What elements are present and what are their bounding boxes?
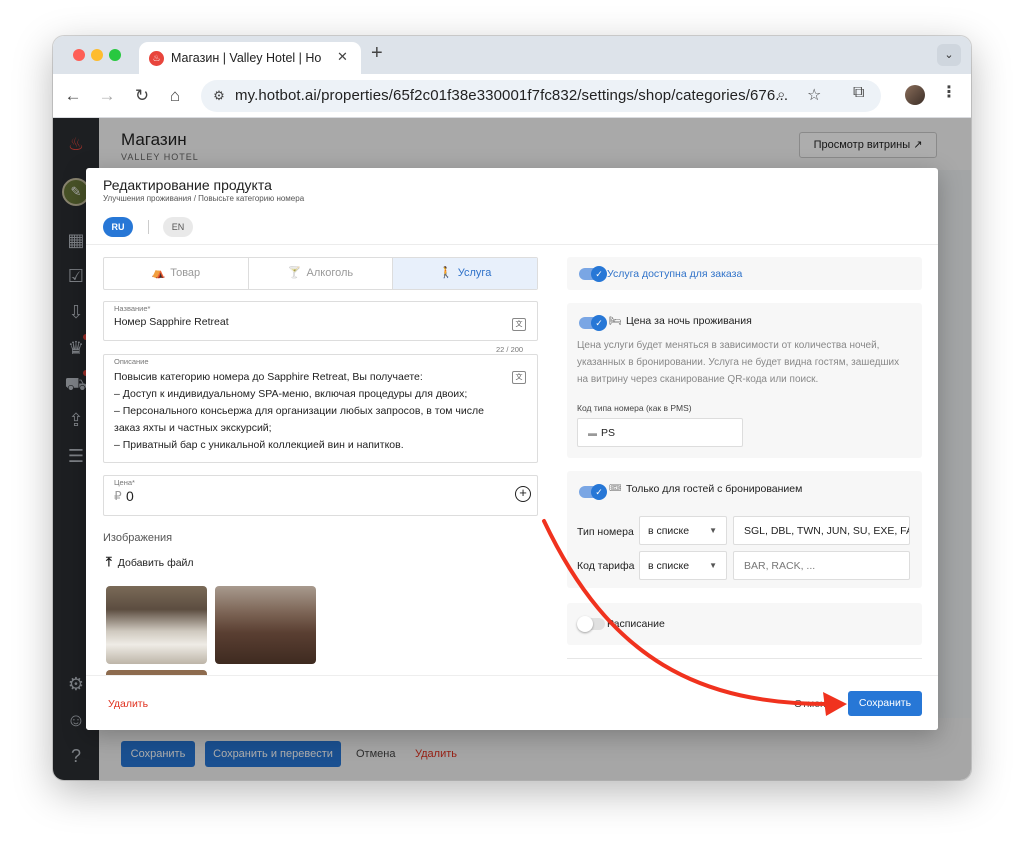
booking-guests-label: Только для гостей с бронированием [626,483,803,495]
address-bar[interactable]: ⚙ my.hotbot.ai/properties/65f2c01f38e330… [201,80,881,112]
browser-menu-icon[interactable]: ⋮ [941,82,957,102]
images-label: Изображения [103,532,173,544]
divider [148,220,149,234]
currency-symbol: ₽ [114,489,122,503]
save-button[interactable]: Сохранить [848,691,922,716]
tab-close-icon[interactable]: ✕ [337,49,348,65]
bookmark-star-icon[interactable]: ☆ [807,85,821,105]
divider [567,658,922,659]
zoom-icon[interactable]: ⌕ [777,86,785,103]
cancel-button[interactable]: Отмена [794,698,832,710]
toggle-knob [577,616,593,632]
check-icon: ✓ [591,315,607,331]
breadcrumb: Улучшения проживания / Повысьте категори… [103,194,305,203]
name-input[interactable]: Номер Sapphire Retreat [114,316,229,328]
shop-icon: ⛺ [151,267,166,279]
room-type-code-value: PS [601,427,616,439]
profile-avatar[interactable] [905,85,925,105]
language-tab-ru[interactable]: RU [103,217,133,237]
name-field[interactable]: Название* Номер Sapphire Retreat 文 [103,301,538,341]
description-field[interactable]: Описание Повысив категорию номера до Sap… [103,354,538,463]
tab-strip: ♨ Магазин | Valley Hotel | Hotbot ✕ + ⌄ [53,36,971,74]
caret-down-icon: ▼ [709,561,717,570]
ticket-icon: 🎟 [609,483,622,494]
booking-guests-toggle[interactable]: ✓ [579,484,607,500]
description-textarea[interactable]: Повысив категорию номера до Sapphire Ret… [114,369,509,454]
product-type-tabs: ⛺ Товар 🍸 Алкоголь 🚶 Услуга [103,257,538,290]
home-icon[interactable]: ⌂ [163,84,187,108]
tab-label: Услуга [457,267,492,279]
maximize-window-button[interactable] [109,49,121,61]
name-field-label: Название* [114,304,151,313]
tab-service[interactable]: 🚶 Услуга [393,258,538,289]
tab-search-button[interactable]: ⌄ [937,44,961,66]
service-available-toggle[interactable]: ✓ [579,266,607,282]
modal-title: Редактирование продукта [103,177,272,193]
room-type-label: Тип номера [577,526,634,538]
site-settings-icon[interactable]: ⚙ [211,88,227,104]
modal-body: ⛺ Товар 🍸 Алкоголь 🚶 Услуга Название* Номер… [86,245,938,675]
service-available-card: ✓ Услуга доступна для заказа [567,257,922,290]
add-file-label: Добавить файл [117,557,194,569]
schedule-label: Расписание [607,618,665,630]
select-value: в списке [648,560,690,572]
modal-footer: Удалить Отмена Сохранить [86,675,938,730]
extensions-icon[interactable]: ⧉ [853,84,864,102]
room-type-operator-select[interactable]: в списке ▼ [639,516,727,545]
price-field[interactable]: Цена* ₽ 0 + [103,475,538,516]
bellhop-icon: 🚶 [439,267,453,279]
tab-title: Магазин | Valley Hotel | Hotbot [171,51,321,65]
schedule-toggle[interactable] [577,616,605,632]
description-field-label: Описание [114,357,149,366]
night-price-description: Цена услуги будет меняться в зависимости… [577,340,900,385]
edit-product-modal: Редактирование продукта Улучшения прожив… [86,168,938,730]
language-tab-en[interactable]: EN [163,217,193,237]
rate-code-label: Код тарифа [577,560,635,572]
browser-toolbar: ← → ↻ ⌂ ⚙ my.hotbot.ai/properties/65f2c0… [53,74,971,118]
tab-label: Алкоголь [306,267,354,279]
add-file-button[interactable]: ⤒ Добавить файл [106,554,194,570]
room-type-values-input[interactable]: SGL, DBL, TWN, JUN, SU, EXE, FA [733,516,910,545]
bed-icon: ▬ [588,428,597,438]
room-type-code-input[interactable]: ▬ PS [577,418,743,447]
back-icon[interactable]: ← [61,84,85,108]
select-value: в списке [648,525,690,537]
tab-label: Товар [170,267,201,279]
reload-icon[interactable]: ↻ [130,84,154,108]
night-price-card: ✓ 🛏 Цена за ночь проживания Цена услуги … [567,303,922,458]
add-price-icon[interactable]: + [515,486,531,502]
check-icon: ✓ [591,484,607,500]
room-type-code-label: Код типа номера (как в PMS) [577,403,692,413]
price-input[interactable]: 0 [126,488,134,504]
booking-guests-card: ✓ 🎟 Только для гостей с бронированием Ти… [567,471,922,588]
check-icon: ✓ [591,266,607,282]
browser-tab[interactable]: ♨ Магазин | Valley Hotel | Hotbot ✕ [139,42,361,74]
night-price-label: Цена за ночь проживания [626,315,752,327]
price-field-label: Цена* [114,478,135,487]
close-window-button[interactable] [73,49,85,61]
tab-alcohol[interactable]: 🍸 Алкоголь [249,258,394,289]
product-image-thumbnail[interactable] [215,586,316,664]
upload-icon: ⤒ [106,554,112,569]
night-price-toggle[interactable]: ✓ [579,315,607,331]
tab-product[interactable]: ⛺ Товар [104,258,249,289]
flame-icon: ♨ [149,51,164,66]
name-char-counter: 22 / 200 [496,345,524,354]
translate-icon[interactable]: 文 [512,371,526,384]
url-text[interactable]: my.hotbot.ai/properties/65f2c01f38e33000… [235,87,788,104]
forward-icon[interactable]: → [95,84,119,108]
caret-down-icon: ▼ [709,526,717,535]
service-available-label: Услуга доступна для заказа [607,268,743,280]
rate-code-input[interactable]: BAR, RACK, ... [733,551,910,580]
rate-code-operator-select[interactable]: в списке ▼ [639,551,727,580]
translate-icon[interactable]: 文 [512,318,526,331]
product-image-thumbnail[interactable] [106,586,207,664]
cocktail-icon: 🍸 [287,267,302,279]
new-tab-button[interactable]: + [371,42,383,65]
delete-button[interactable]: Удалить [108,698,148,710]
schedule-card: Расписание [567,603,922,645]
bed-icon: 🛏 [609,316,622,327]
minimize-window-button[interactable] [91,49,103,61]
